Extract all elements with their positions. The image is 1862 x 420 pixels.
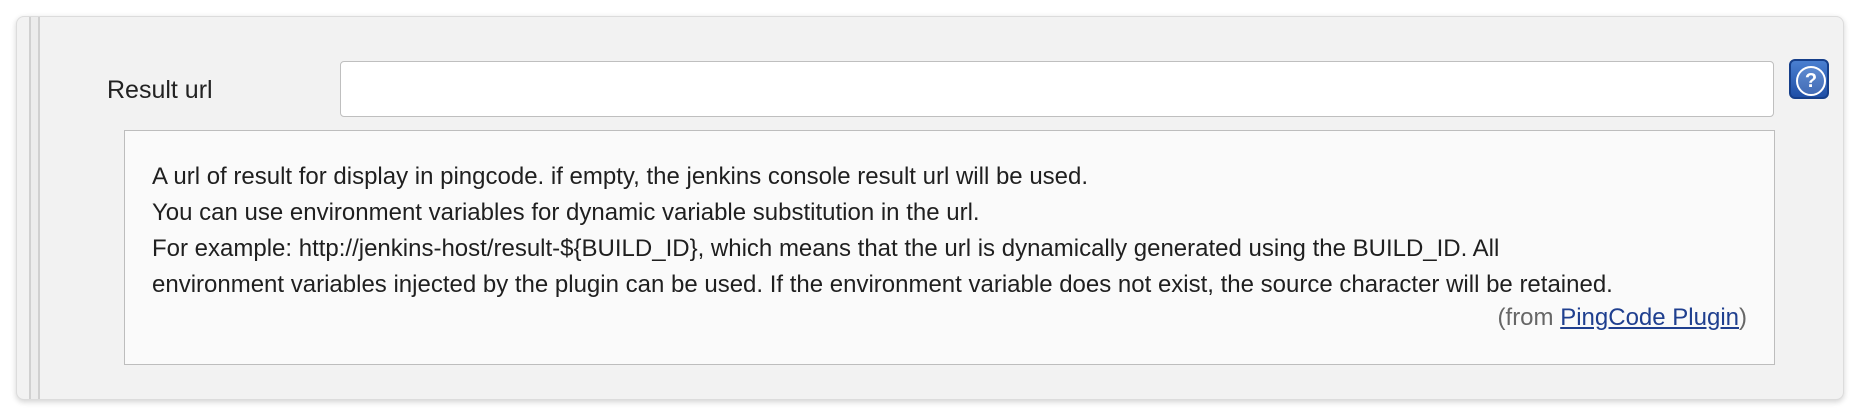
from-prefix: (from <box>1497 304 1561 331</box>
section-rail <box>29 17 40 399</box>
from-suffix: ) <box>1739 304 1747 331</box>
help-text-box: A url of result for display in pingcode.… <box>124 130 1775 365</box>
plugin-attribution: (from PingCode Plugin) <box>1498 300 1747 336</box>
question-mark-icon: ? <box>1796 66 1826 96</box>
result-url-input[interactable] <box>340 61 1774 117</box>
help-line-3: For example: http://jenkins-host/result-… <box>152 235 1500 262</box>
help-line-2: You can use environment variables for dy… <box>152 199 980 226</box>
help-button[interactable]: ? <box>1789 59 1829 99</box>
help-line-1: A url of result for display in pingcode.… <box>152 163 1089 190</box>
result-url-label: Result url <box>107 76 213 104</box>
help-line-4: environment variables injected by the pl… <box>152 271 1613 298</box>
config-panel: Result url ? A url of result for display… <box>16 16 1844 400</box>
pingcode-plugin-link[interactable]: PingCode Plugin <box>1560 304 1739 331</box>
